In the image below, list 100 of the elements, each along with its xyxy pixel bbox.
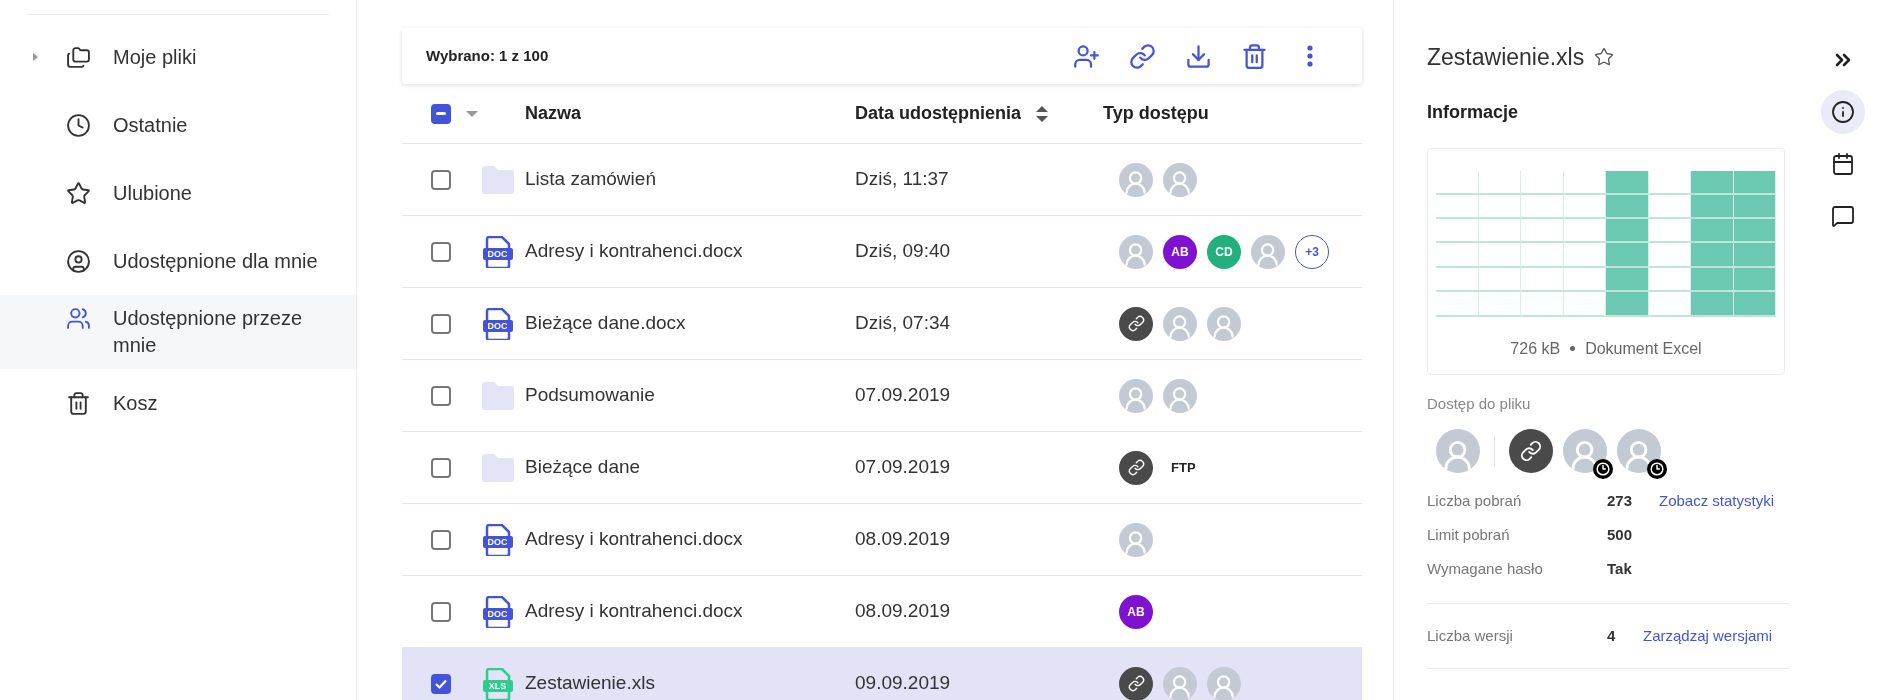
- stat-label: Liczba wersji: [1427, 625, 1514, 646]
- share-date: Dziś, 09:40: [855, 240, 951, 262]
- initials-avatar: AB: [1163, 234, 1197, 269]
- avatar: [1119, 378, 1153, 413]
- checkbox[interactable]: [431, 457, 451, 478]
- sort-icon[interactable]: [1035, 104, 1050, 123]
- star-icon: [66, 180, 91, 206]
- table-row[interactable]: Lista zamówień Dziś, 11:37: [402, 144, 1362, 216]
- table-row[interactable]: DOC Adresy i kontrahenci.docx Dziś, 09:40 AB CD +3: [402, 216, 1362, 288]
- doc-file-icon: DOC: [482, 523, 513, 556]
- avatar: [1163, 306, 1197, 341]
- access-label: FTP: [1171, 458, 1196, 477]
- sidebar-item[interactable]: Udostępnione przeze mnie: [0, 295, 356, 369]
- more-icon: [1307, 45, 1313, 67]
- stat-label: Liczba pobrań: [1427, 490, 1523, 511]
- share-date: 09.09.2019: [855, 672, 951, 694]
- checkbox[interactable]: [431, 673, 451, 694]
- avatar: [1163, 666, 1197, 700]
- link-avatar: [1119, 306, 1153, 341]
- trash-icon: [66, 390, 91, 416]
- users-icon: [66, 306, 91, 331]
- share-date: Dziś, 07:34: [855, 312, 951, 334]
- stat-value: 500: [1607, 524, 1634, 545]
- folders-icon: [66, 44, 91, 70]
- checkbox[interactable]: [431, 385, 451, 406]
- favorite-star-icon[interactable]: [1594, 47, 1615, 68]
- checkbox[interactable]: [431, 241, 451, 262]
- stat-label: Limit pobrań: [1427, 524, 1511, 545]
- stat-value: 4: [1607, 625, 1617, 646]
- add-user-icon: [1072, 42, 1100, 70]
- link-avatar: [1119, 450, 1153, 485]
- xls-file-icon: XLS: [482, 667, 513, 700]
- avatar: [1163, 378, 1197, 413]
- stats-link[interactable]: Zobacz statystyki: [1659, 489, 1775, 513]
- folder-icon: [479, 164, 516, 195]
- sidebar-item[interactable]: Udostępnione dla mnie: [0, 227, 356, 295]
- share-date: 07.09.2019: [855, 384, 951, 406]
- table-row[interactable]: Podsumowanie 07.09.2019: [402, 360, 1362, 432]
- file-name: Lista zamówień: [525, 168, 656, 190]
- checkbox[interactable]: [431, 103, 451, 124]
- sidebar-item[interactable]: Ostatnie: [0, 91, 356, 159]
- avatar: [1617, 429, 1661, 473]
- calendar-icon: [1831, 152, 1855, 176]
- download-icon: [1184, 42, 1212, 70]
- file-name: Adresy i kontrahenci.docx: [525, 528, 743, 550]
- avatar: [1163, 162, 1197, 197]
- file-name: Adresy i kontrahenci.docx: [525, 600, 743, 622]
- table-row[interactable]: XLS Zestawienie.xls 09.09.2019: [402, 648, 1362, 700]
- file-name: Bieżące dane: [525, 456, 641, 478]
- stat-value: 273: [1607, 490, 1634, 511]
- avatar: [1207, 666, 1241, 700]
- checkbox[interactable]: [431, 601, 451, 622]
- link-avatar: [1119, 666, 1153, 700]
- column-header[interactable]: Typ dostępu: [1103, 100, 1209, 127]
- section-title: Informacje: [1427, 100, 1520, 124]
- avatar: [1119, 522, 1153, 557]
- link-avatar: [1509, 429, 1553, 473]
- sidebar-item[interactable]: Kosz: [0, 369, 356, 437]
- avatar: [1119, 162, 1153, 197]
- checkbox[interactable]: [431, 313, 451, 334]
- file-title: Zestawienie.xls: [1427, 43, 1585, 72]
- clock-icon: [66, 112, 91, 138]
- stat-value: Tak: [1607, 558, 1633, 579]
- caret-icon[interactable]: [465, 109, 479, 118]
- avatar: [1563, 429, 1607, 473]
- sidebar-item[interactable]: Ulubione: [0, 159, 356, 227]
- doc-file-icon: DOC: [482, 307, 513, 340]
- folder-icon: [479, 452, 516, 483]
- share-date: Dziś, 11:37: [855, 168, 949, 190]
- table-row[interactable]: DOC Adresy i kontrahenci.docx 08.09.2019: [402, 504, 1362, 576]
- initials-avatar: CD: [1207, 234, 1241, 269]
- share-date: 07.09.2019: [855, 456, 951, 478]
- folder-icon: [479, 380, 516, 411]
- checkbox[interactable]: [431, 529, 451, 550]
- avatar: [1436, 429, 1480, 473]
- expand-caret-icon[interactable]: [30, 52, 40, 62]
- sidebar-item[interactable]: Moje pliki: [0, 23, 356, 91]
- stat-label: Wymagane hasło: [1427, 558, 1544, 579]
- avatar: [1207, 306, 1241, 341]
- table-row[interactable]: DOC Bieżące dane.docx Dziś, 07:34: [402, 288, 1362, 360]
- doc-file-icon: DOC: [482, 235, 513, 268]
- link-icon: [1128, 42, 1156, 70]
- checkbox[interactable]: [431, 169, 451, 190]
- info-tab[interactable]: [1821, 90, 1865, 134]
- doc-file-icon: DOC: [482, 595, 513, 628]
- file-size: 726 kB: [1510, 338, 1561, 359]
- comment-icon: [1831, 204, 1855, 228]
- avatar: [1251, 234, 1285, 269]
- column-header[interactable]: Data udostępnienia: [855, 100, 1022, 127]
- bullet-separator: [1570, 346, 1576, 351]
- column-header[interactable]: Nazwa: [525, 103, 582, 123]
- file-type: Dokument Excel: [1585, 338, 1702, 359]
- info-icon: [1831, 100, 1855, 124]
- file-name: Zestawienie.xls: [525, 672, 655, 694]
- table-row[interactable]: Bieżące dane 07.09.2019 FTP: [402, 432, 1362, 504]
- file-name: Adresy i kontrahenci.docx: [525, 240, 743, 262]
- versions-link[interactable]: Zarządzaj wersjami: [1643, 624, 1773, 648]
- avatar: [1119, 234, 1153, 269]
- user-circle-icon: [66, 248, 91, 274]
- share-date: 08.09.2019: [855, 600, 951, 622]
